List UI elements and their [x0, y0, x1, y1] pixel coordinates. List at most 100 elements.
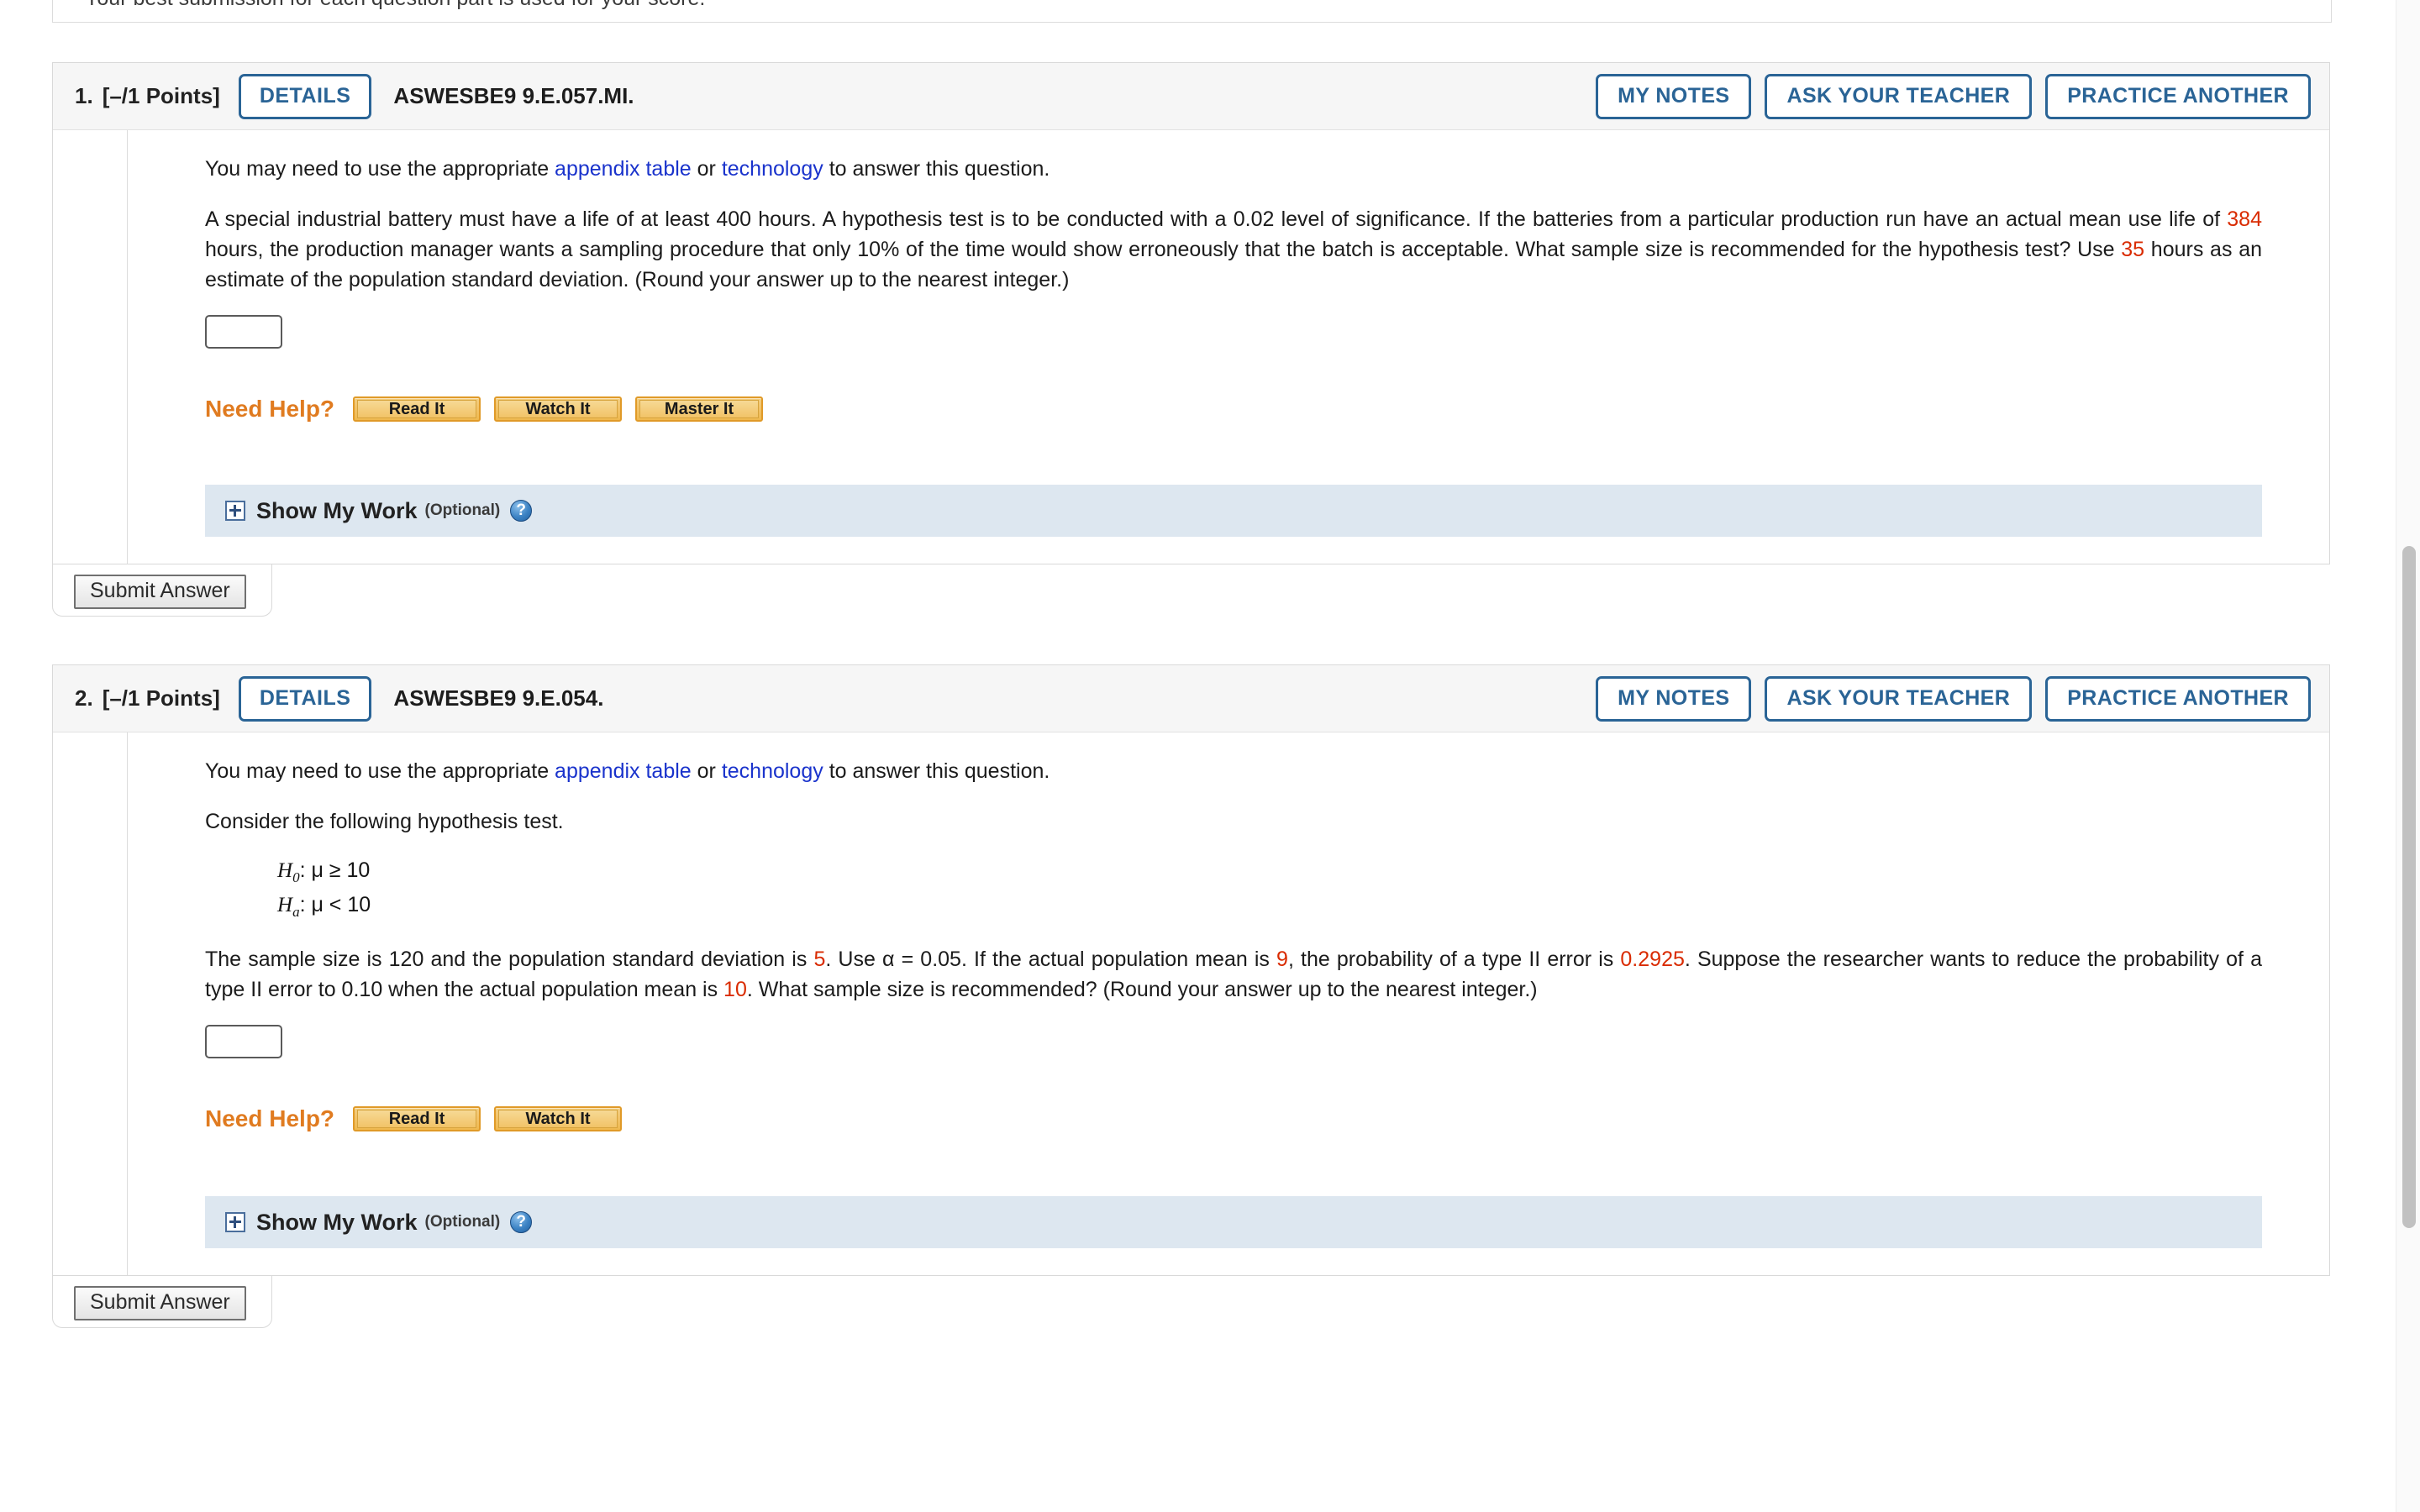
spacer-before-show-my-work-2 — [205, 1132, 2262, 1196]
question-2-body-wrap: You may need to use the appropriate appe… — [53, 732, 2329, 1275]
appendix-note-middle-2: or — [691, 759, 722, 783]
watch-it-button-1[interactable]: Watch It — [494, 396, 623, 422]
practice-another-button-1[interactable]: PRACTICE ANOTHER — [2045, 73, 2311, 119]
q2-seg2: . Use α = 0.05. If the actual population… — [825, 948, 1277, 971]
details-button-2[interactable]: DETAILS — [238, 675, 372, 722]
q1-red1: 384 — [2227, 207, 2262, 231]
submit-answer-button-1[interactable]: Submit Answer — [74, 575, 246, 609]
watch-it-label-1: Watch It — [498, 400, 618, 418]
spacer-after-show-my-work-1 — [205, 537, 2262, 564]
read-it-label-2: Read It — [357, 1110, 477, 1128]
appendix-note-suffix-1: to answer this question. — [823, 157, 1050, 181]
show-my-work-title-2: Show My Work — [256, 1209, 418, 1235]
my-notes-button-2[interactable]: MY NOTES — [1596, 675, 1752, 722]
question-2-code: ASWESBE9 9.E.054. — [393, 685, 604, 711]
need-help-row-2: Need Help? Read It Watch It — [205, 1105, 2262, 1132]
page-scrollbar-track[interactable] — [2396, 0, 2420, 1512]
alt-hypothesis-subscript: a — [292, 904, 300, 920]
question-1-header: 1. [–/1 Points] DETAILS ASWESBE9 9.E.057… — [53, 63, 2329, 130]
watch-it-button-2[interactable]: Watch It — [494, 1106, 623, 1131]
page-scrollbar-thumb[interactable] — [2402, 546, 2416, 1228]
help-question-icon-1[interactable]: ? — [510, 500, 533, 522]
show-my-work-optional-1: (Optional) — [424, 501, 501, 519]
spacer-after-show-my-work-2 — [205, 1248, 2262, 1275]
question-1-body-wrap: You may need to use the appropriate appe… — [53, 130, 2329, 564]
master-it-label-1: Master It — [639, 400, 760, 418]
answer-input-2[interactable] — [205, 1025, 282, 1058]
answer-input-1[interactable] — [205, 315, 282, 349]
appendix-table-link-2[interactable]: appendix table — [555, 759, 692, 783]
practice-another-button-2[interactable]: PRACTICE ANOTHER — [2045, 675, 2311, 722]
ask-your-teacher-button-2[interactable]: ASK YOUR TEACHER — [1765, 675, 2033, 722]
q1-red2: 35 — [2121, 238, 2145, 261]
read-it-button-1[interactable]: Read It — [353, 396, 481, 422]
expand-plus-icon-1[interactable] — [225, 501, 245, 521]
master-it-button-1[interactable]: Master It — [635, 396, 764, 422]
question-2-inner: You may need to use the appropriate appe… — [128, 732, 2296, 1275]
alt-hypothesis-expression: : μ < 10 — [299, 893, 371, 916]
question-2-text: The sample size is 120 and the populatio… — [205, 944, 2262, 1005]
appendix-note-2: You may need to use the appropriate appe… — [205, 756, 2262, 786]
watch-it-label-2: Watch It — [498, 1110, 618, 1128]
read-it-label-1: Read It — [357, 400, 477, 418]
appendix-note-1: You may need to use the appropriate appe… — [205, 154, 2262, 184]
question-2-number: 2. — [75, 685, 93, 711]
question-2-points: [–/1 Points] — [102, 685, 220, 711]
details-button-1[interactable]: DETAILS — [238, 73, 372, 119]
null-hypothesis-subscript: 0 — [292, 869, 300, 885]
question-1-inner: You may need to use the appropriate appe… — [128, 130, 2296, 564]
consider-hypothesis-line: Consider the following hypothesis test. — [205, 810, 564, 833]
question-1-points: [–/1 Points] — [102, 83, 220, 108]
need-help-row-1: Need Help? Read It Watch It Master It — [205, 396, 2262, 423]
q2-red4: 10 — [723, 978, 747, 1001]
appendix-note-prefix-2: You may need to use the appropriate — [205, 759, 555, 783]
question-1-body: You may need to use the appropriate appe… — [127, 130, 2329, 564]
alt-hypothesis-line: Ha: μ < 10 — [277, 891, 2262, 926]
question-1-number: 1. — [75, 83, 93, 108]
my-notes-button-1[interactable]: MY NOTES — [1596, 73, 1752, 119]
null-hypothesis-expression: : μ ≥ 10 — [299, 858, 371, 882]
hypotheses-block: H0: μ ≥ 10 Ha: μ < 10 — [277, 857, 2262, 926]
need-help-label-1: Need Help? — [205, 396, 335, 422]
null-hypothesis-symbol: H — [277, 859, 293, 882]
q2-seg5: . What sample size is recommended? (Roun… — [746, 978, 1538, 1001]
null-hypothesis-line: H0: μ ≥ 10 — [277, 857, 2262, 891]
appendix-note-middle-1: or — [691, 157, 722, 181]
submit-answer-button-2[interactable]: Submit Answer — [74, 1286, 246, 1320]
q2-seg1: The sample size is 120 and the populatio… — [205, 948, 814, 971]
show-my-work-bar-2[interactable]: Show My Work (Optional) ? — [205, 1196, 2262, 1248]
submit-row-1: Submit Answer — [52, 564, 2330, 617]
question-2-header: 2. [–/1 Points] DETAILS ASWESBE9 9.E.054… — [53, 665, 2329, 732]
show-my-work-bar-1[interactable]: Show My Work (Optional) ? — [205, 485, 2262, 537]
q2-red3: 0.2925 — [1620, 948, 1685, 971]
q2-red1: 5 — [813, 948, 826, 971]
spacer-before-show-my-work-1 — [205, 423, 2262, 485]
question-block-2: 2. [–/1 Points] DETAILS ASWESBE9 9.E.054… — [52, 664, 2330, 1328]
show-my-work-optional-2: (Optional) — [424, 1213, 501, 1231]
technology-link-2[interactable]: technology — [722, 759, 823, 783]
q2-red2: 9 — [1276, 948, 1288, 971]
appendix-table-link-1[interactable]: appendix table — [555, 157, 692, 181]
help-question-icon-2[interactable]: ? — [510, 1211, 533, 1233]
ask-your-teacher-button-1[interactable]: ASK YOUR TEACHER — [1765, 73, 2033, 119]
read-it-button-2[interactable]: Read It — [353, 1106, 481, 1131]
best-submission-text: Your best submission for each question p… — [85, 0, 705, 11]
question-2-outer-box: 2. [–/1 Points] DETAILS ASWESBE9 9.E.054… — [52, 664, 2330, 1276]
question-1-outer-box: 1. [–/1 Points] DETAILS ASWESBE9 9.E.057… — [52, 62, 2330, 564]
spacer-before-question-1 — [0, 23, 2382, 62]
best-submission-banner: Your best submission for each question p… — [52, 0, 2332, 23]
need-help-label-2: Need Help? — [205, 1105, 335, 1131]
question-1-code: ASWESBE9 9.E.057.MI. — [393, 83, 634, 108]
q2-seg3: , the probability of a type II error is — [1287, 948, 1621, 971]
page-scroll-container: Your best submission for each question p… — [0, 0, 2382, 1512]
appendix-note-prefix-1: You may need to use the appropriate — [205, 157, 555, 181]
alt-hypothesis-symbol: H — [277, 894, 293, 916]
submit-row-2: Submit Answer — [52, 1276, 2330, 1328]
appendix-note-suffix-2: to answer this question. — [823, 759, 1050, 783]
technology-link-1[interactable]: technology — [722, 157, 823, 181]
question-block-1: 1. [–/1 Points] DETAILS ASWESBE9 9.E.057… — [52, 62, 2330, 617]
spacer-before-question-2 — [0, 617, 2382, 664]
question-2-body: You may need to use the appropriate appe… — [127, 732, 2329, 1275]
expand-plus-icon-2[interactable] — [225, 1212, 245, 1232]
q1-seg2: hours, the production manager wants a sa… — [205, 238, 2122, 261]
